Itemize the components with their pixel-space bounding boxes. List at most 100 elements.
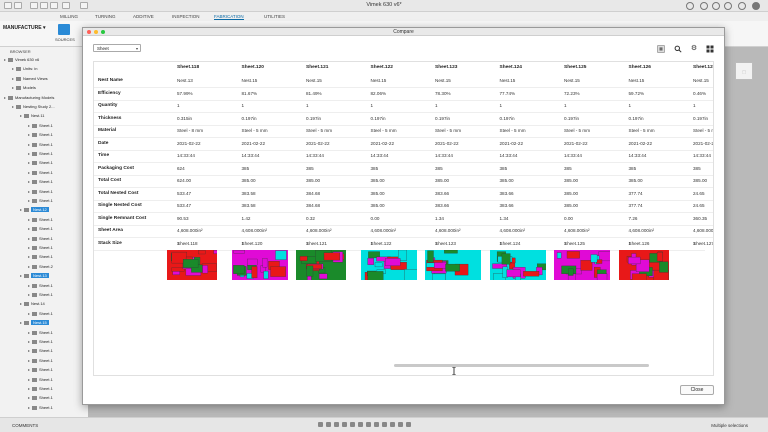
browser-item[interactable]: ▸ Units: in — [12, 66, 37, 74]
look-at-icon[interactable] — [326, 422, 331, 427]
sources-icon[interactable] — [58, 24, 70, 35]
effects-icon[interactable] — [390, 422, 395, 427]
tab-inspection[interactable]: INSPECTION — [172, 14, 200, 19]
job-status-icon[interactable] — [712, 2, 720, 10]
browser-item[interactable]: ▸ Sheet.1 — [28, 283, 53, 291]
browser-item[interactable]: ▸ Sheet.1 — [28, 330, 53, 338]
browser-item-label: Sheet.1 — [39, 376, 53, 382]
browser-item[interactable]: ▸ Sheet.1 — [28, 123, 53, 131]
browser-item[interactable]: ▸ Sheet.1 — [28, 151, 53, 159]
row-divider — [94, 149, 713, 151]
table-cell: 385 — [499, 165, 508, 171]
browser-item[interactable]: ▸ Sheet.1 — [28, 132, 53, 140]
browser-item[interactable]: ▸ Sheet.1 — [28, 226, 53, 234]
add-tab-icon[interactable] — [686, 2, 694, 10]
extensions-icon[interactable] — [700, 2, 708, 10]
horizontal-scrollbar[interactable] — [394, 364, 649, 367]
column-header[interactable]: Sheet.121 — [306, 65, 328, 70]
viewports-icon[interactable] — [374, 422, 379, 427]
search-icon[interactable] — [674, 45, 682, 53]
tab-milling[interactable]: MILLING — [60, 14, 78, 19]
browser-item[interactable]: ▸ Manufacturing Models — [4, 95, 54, 103]
tab-turning[interactable]: TURNING — [95, 14, 116, 19]
browser-item[interactable]: ▸ Sheet.1 — [28, 198, 53, 206]
browser-item[interactable]: ▸ Sheet.1 — [28, 348, 53, 356]
tab-fabrication[interactable]: FABRICATION — [214, 14, 244, 20]
table-view-icon[interactable]: ▦ — [657, 45, 665, 53]
browser-item[interactable]: ▸ Sheet.1 — [28, 254, 53, 262]
display-settings-icon[interactable] — [358, 422, 363, 427]
grid-settings-icon[interactable] — [366, 422, 371, 427]
browser-item[interactable]: ▸ Sheet.1 — [28, 170, 53, 178]
browser-item[interactable]: ▸ Nest.11 — [20, 113, 45, 121]
nest-preview[interactable] — [554, 250, 610, 280]
column-header[interactable]: Sheet.127 — [693, 65, 713, 70]
notifications-icon[interactable] — [724, 2, 732, 10]
nest-preview[interactable] — [618, 250, 669, 280]
gear-icon[interactable]: ⚙ — [690, 45, 698, 53]
browser-item-label: Sheet.1 — [39, 367, 53, 373]
comments-label[interactable]: COMMENTS — [12, 423, 38, 428]
browser-item[interactable]: ▸ Nesting Study 2... — [12, 104, 55, 112]
browser-item[interactable]: ▸ Sheet.1 — [28, 386, 53, 394]
display-mode-icon[interactable] — [398, 422, 403, 427]
nest-preview[interactable] — [167, 250, 217, 280]
environment-icon[interactable] — [406, 422, 411, 427]
browser-item[interactable]: ▸ Sheet.1 — [28, 236, 53, 244]
browser-item[interactable]: ▸ Sheet.2 — [28, 264, 53, 272]
browser-item[interactable]: ▸ Sheet.1 — [28, 395, 53, 403]
nest-preview[interactable] — [705, 250, 713, 280]
browser-item[interactable]: ▸ Sheet.1 — [28, 217, 53, 225]
viewcube[interactable]: ⬚ — [735, 62, 753, 80]
browser-item[interactable]: ▸ Sheet.1 — [28, 311, 53, 319]
browser-item[interactable]: ▸ Nest.13 — [20, 273, 49, 281]
browser-item[interactable]: ▸ Sheet.1 — [28, 339, 53, 347]
column-header[interactable]: Sheet.124 — [500, 65, 522, 70]
browser-node-icon — [24, 302, 29, 307]
browser-item[interactable]: ▸ Named Views — [12, 76, 48, 84]
table-cell: 1 — [564, 103, 567, 108]
nest-preview[interactable] — [425, 250, 481, 280]
browser-item[interactable]: ▸ Nest.14 — [20, 301, 45, 309]
nest-preview[interactable] — [296, 250, 346, 280]
nest-preview[interactable] — [360, 250, 417, 280]
column-header[interactable]: Sheet.125 — [564, 65, 586, 70]
pan-icon[interactable] — [334, 422, 339, 427]
close-button[interactable]: Close — [680, 385, 714, 395]
compare-type-value: Sheet — [97, 46, 109, 51]
column-header[interactable]: Sheet.126 — [629, 65, 651, 70]
browser-item[interactable]: ▸ Models — [12, 85, 36, 93]
column-header[interactable]: Sheet.122 — [371, 65, 393, 70]
browser-item[interactable]: ▸ Vimek 630 v6 — [4, 57, 39, 65]
fit-icon[interactable] — [350, 422, 355, 427]
column-header[interactable]: Sheet.123 — [435, 65, 457, 70]
browser-item[interactable]: ▸ Sheet.1 — [28, 245, 53, 253]
tab-utilities[interactable]: UTILITIES — [264, 14, 285, 19]
browser-item[interactable]: ▸ Sheet.1 — [28, 292, 53, 300]
nest-preview[interactable] — [231, 250, 290, 280]
orbit-icon[interactable] — [318, 422, 323, 427]
browser-item[interactable]: ▸ Sheet.1 — [28, 189, 53, 197]
column-header[interactable]: Sheet.120 — [242, 65, 264, 70]
browser-item[interactable]: ▸ Sheet.1 — [28, 160, 53, 168]
browser-item[interactable]: ▸ Sheet.1 — [28, 405, 53, 413]
help-icon[interactable] — [738, 2, 746, 10]
zoom-icon[interactable] — [342, 422, 347, 427]
column-header[interactable]: Sheet.118 — [177, 65, 199, 70]
profile-avatar[interactable] — [752, 2, 760, 10]
browser-item[interactable]: ▸ Sheet.1 — [28, 142, 53, 150]
workspace-switcher[interactable]: MANUFACTURE ▾ — [3, 25, 47, 37]
browser-item[interactable]: ▸ Nest.15 — [20, 320, 49, 328]
tab-additive[interactable]: ADDITIVE — [133, 14, 154, 19]
sources-label[interactable]: SOURCES — [55, 37, 75, 42]
browser-item[interactable]: ▸ Sheet.1 — [28, 179, 53, 187]
browser-item[interactable]: ▸ Sheet.1 — [28, 358, 53, 366]
browser-item[interactable]: ▸ Sheet.1 — [28, 367, 53, 375]
browser-item[interactable]: ▸ Sheet.1 — [28, 377, 53, 385]
browser-item[interactable]: ▸ Nest.12 — [20, 207, 49, 215]
camera-icon[interactable] — [382, 422, 387, 427]
grid-icon[interactable] — [706, 45, 714, 53]
nest-preview[interactable] — [489, 250, 546, 280]
table-cell: 0.197in — [693, 115, 709, 121]
compare-type-select[interactable]: Sheet ▾ — [93, 44, 141, 52]
